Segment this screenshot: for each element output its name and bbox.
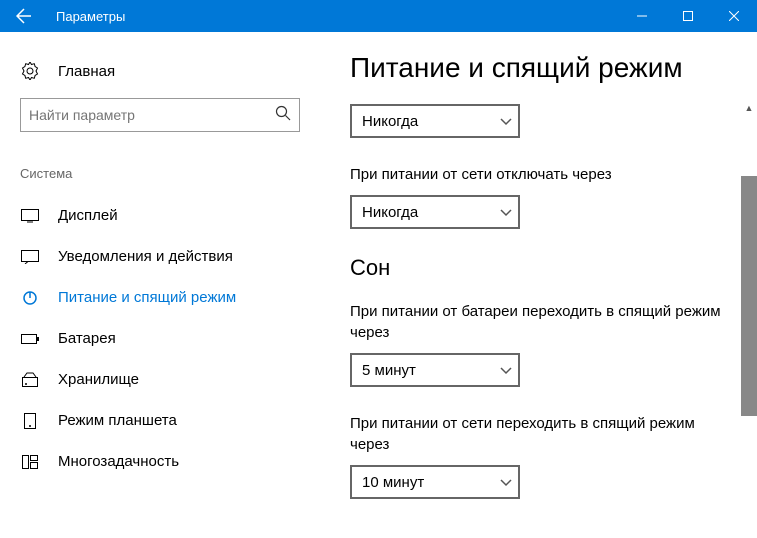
chevron-down-icon [500, 362, 512, 379]
maximize-button[interactable] [665, 0, 711, 32]
titlebar: Параметры [0, 0, 757, 32]
sleep-battery-label: При питании от батареи переходить в спящ… [350, 301, 727, 343]
power-icon [20, 290, 40, 306]
sleep-battery-dropdown[interactable]: 5 минут [350, 353, 520, 387]
page-title: Питание и спящий режим [350, 52, 727, 84]
sidebar-item-label: Питание и спящий режим [58, 289, 236, 306]
chevron-down-icon [500, 204, 512, 221]
sidebar-item-battery[interactable]: Батарея [20, 318, 330, 359]
dropdown-value: Никогда [362, 204, 418, 221]
close-button[interactable] [711, 0, 757, 32]
back-button[interactable] [0, 0, 48, 32]
sidebar-item-power[interactable]: Питание и спящий режим [20, 277, 330, 318]
screen-off-battery-dropdown[interactable]: Никогда [350, 104, 520, 138]
chevron-down-icon [500, 474, 512, 491]
chevron-down-icon [500, 113, 512, 130]
storage-icon [20, 372, 40, 388]
scrollbar[interactable]: ▲ [741, 100, 757, 538]
sidebar-item-label: Хранилище [58, 371, 139, 388]
home-link[interactable]: Главная [20, 52, 330, 98]
sleep-plugged-dropdown[interactable]: 10 минут [350, 465, 520, 499]
gear-icon [20, 62, 40, 80]
content-area: Главная Система Дисплей Уведомления и де… [0, 32, 757, 538]
display-icon [20, 209, 40, 223]
battery-icon [20, 333, 40, 345]
sleep-plugged-label: При питании от сети переходить в спящий … [350, 413, 727, 455]
dropdown-value: 10 минут [362, 474, 424, 491]
main-panel: Питание и спящий режим Никогда При питан… [330, 32, 757, 538]
category-label: Система [20, 166, 330, 181]
sidebar-item-notifications[interactable]: Уведомления и действия [20, 236, 330, 277]
sidebar-item-tablet[interactable]: Режим планшета [20, 400, 330, 441]
sidebar-item-storage[interactable]: Хранилище [20, 359, 330, 400]
maximize-icon [683, 11, 693, 21]
tablet-icon [20, 413, 40, 429]
sidebar-item-label: Многозадачность [58, 453, 179, 470]
close-icon [729, 11, 739, 21]
sidebar-item-label: Режим планшета [58, 412, 177, 429]
search-box[interactable] [20, 98, 300, 132]
scroll-up-icon[interactable]: ▲ [741, 100, 757, 116]
dropdown-value: 5 минут [362, 362, 416, 379]
minimize-button[interactable] [619, 0, 665, 32]
sidebar: Главная Система Дисплей Уведомления и де… [0, 32, 330, 538]
dropdown-value: Никогда [362, 113, 418, 130]
arrow-left-icon [16, 8, 32, 24]
search-icon [275, 105, 291, 126]
sidebar-item-label: Батарея [58, 330, 116, 347]
search-input[interactable] [29, 107, 275, 123]
notifications-icon [20, 250, 40, 264]
minimize-icon [637, 11, 647, 21]
sidebar-item-label: Уведомления и действия [58, 248, 233, 265]
screen-off-plugged-label: При питании от сети отключать через [350, 164, 727, 185]
home-label: Главная [58, 63, 115, 80]
sidebar-item-multitask[interactable]: Многозадачность [20, 441, 330, 482]
screen-off-plugged-dropdown[interactable]: Никогда [350, 195, 520, 229]
sidebar-item-display[interactable]: Дисплей [20, 195, 330, 236]
window-title: Параметры [56, 9, 619, 24]
window-controls [619, 0, 757, 32]
scrollbar-thumb[interactable] [741, 176, 757, 416]
sleep-heading: Сон [350, 255, 727, 281]
multitask-icon [20, 455, 40, 469]
sidebar-item-label: Дисплей [58, 207, 118, 224]
